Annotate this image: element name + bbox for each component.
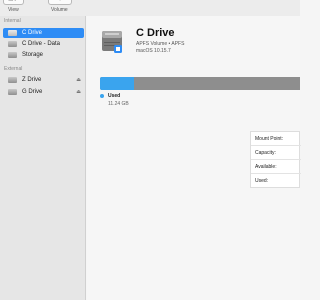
info-label: Used: [255, 178, 269, 184]
disk-icon [8, 30, 17, 36]
section-internal: Internal [4, 18, 21, 24]
volume-subtitle: APFS Volume • APFS [136, 41, 185, 47]
plus-icon: + [58, 0, 62, 3]
used-legend-value: 11.24 GB [108, 101, 129, 107]
sidebar-item-label: G Drive [22, 89, 43, 95]
sidebar-item-g-drive[interactable]: G Drive ⏏ [3, 87, 84, 97]
volume-version: macOS 10.15.7 [136, 48, 171, 54]
sidebar-item-label: C Drive - Data [22, 41, 61, 47]
disk-icon [8, 89, 17, 95]
disk-icon [8, 52, 17, 58]
volume-label: Volume [51, 7, 68, 13]
used-legend-label: Used [108, 93, 121, 99]
info-label: Available: [255, 163, 277, 170]
sidebar: Internal C Drive C Drive - Data Storage … [0, 16, 86, 300]
sidebar-item-label: Z Drive [22, 77, 42, 83]
info-label: Capacity: [255, 149, 276, 156]
disk-icon [8, 41, 17, 47]
volume-title: C Drive [136, 27, 175, 39]
info-label: Mount Point: [255, 135, 284, 142]
used-legend-dot [100, 94, 104, 98]
toolbar: ▭▾ View + Volume [0, 0, 300, 16]
info-row-used: Used: [251, 174, 301, 188]
section-external: External [4, 66, 23, 72]
eject-icon[interactable]: ⏏ [76, 77, 81, 83]
eject-icon[interactable]: ⏏ [76, 89, 81, 95]
volume-button[interactable]: + [48, 0, 72, 5]
view-button[interactable]: ▭▾ [3, 0, 24, 5]
usage-bar-used [100, 77, 134, 90]
sidebar-item-c-drive-data[interactable]: C Drive - Data [3, 39, 84, 49]
sidebar-toggle-icon: ▭▾ [8, 0, 17, 3]
drive-icon [102, 31, 122, 53]
usage-bar [100, 77, 300, 90]
sidebar-item-storage[interactable]: Storage [3, 50, 84, 60]
sidebar-item-label: C Drive [22, 30, 43, 36]
info-table: Mount Point: Capacity: Available: Used: [250, 131, 301, 188]
view-label: View [8, 7, 19, 13]
info-row-capacity: Capacity: [251, 146, 301, 160]
main-panel: C Drive APFS Volume • APFS macOS 10.15.7… [87, 16, 301, 300]
info-row-available: Available: [251, 160, 301, 174]
sidebar-item-z-drive[interactable]: Z Drive ⏏ [3, 75, 84, 85]
info-row-mount-point: Mount Point: [251, 132, 301, 146]
sidebar-item-label: Storage [22, 52, 44, 58]
disk-icon [8, 77, 17, 83]
sidebar-item-c-drive[interactable]: C Drive [3, 28, 84, 38]
